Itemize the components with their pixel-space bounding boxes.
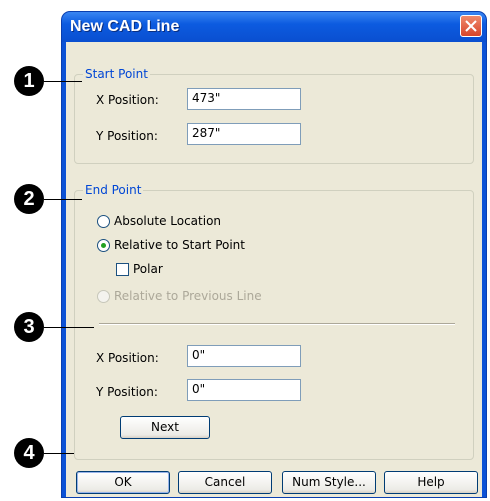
start-y-input[interactable]: 287" <box>187 123 301 145</box>
polar-checkbox[interactable] <box>116 263 129 276</box>
num-style-button[interactable]: Num Style... <box>282 471 376 494</box>
callout-3-leader <box>44 327 94 328</box>
next-button[interactable]: Next <box>120 416 210 439</box>
callout-1-leader <box>44 81 82 82</box>
callout-2-leader <box>44 199 82 200</box>
close-icon <box>465 20 477 32</box>
callout-1: 1 <box>14 66 44 96</box>
callout-4-leader <box>44 453 74 454</box>
absolute-location-radio[interactable] <box>97 215 110 228</box>
close-button[interactable] <box>460 15 482 37</box>
end-point-group: End Point Absolute Location Relative to … <box>74 183 474 460</box>
dialog-body: Start Point X Position: 473" Y Position:… <box>66 42 482 497</box>
relative-start-radio[interactable] <box>97 239 110 252</box>
relative-previous-radio[interactable] <box>97 290 110 303</box>
callout-2: 2 <box>14 184 44 214</box>
polar-label[interactable]: Polar <box>133 262 163 276</box>
start-point-legend: Start Point <box>83 67 150 81</box>
dialog-title: New CAD Line <box>70 18 180 35</box>
end-point-legend: End Point <box>83 183 144 197</box>
ok-button[interactable]: OK <box>76 471 170 494</box>
end-y-input[interactable]: 0" <box>187 379 301 401</box>
start-x-label: X Position: <box>96 93 159 107</box>
end-x-label: X Position: <box>96 351 159 365</box>
start-point-group: Start Point X Position: 473" Y Position:… <box>74 67 474 164</box>
title-bar: New CAD Line <box>62 12 486 42</box>
end-x-input[interactable]: 0" <box>187 345 301 367</box>
start-x-input[interactable]: 473" <box>187 88 301 110</box>
relative-start-label[interactable]: Relative to Start Point <box>114 238 245 252</box>
end-y-label: Y Position: <box>96 385 158 399</box>
end-point-separator <box>99 323 455 325</box>
callout-4: 4 <box>14 438 44 468</box>
absolute-location-label[interactable]: Absolute Location <box>114 214 221 228</box>
relative-previous-label[interactable]: Relative to Previous Line <box>114 289 262 303</box>
help-button[interactable]: Help <box>384 471 478 494</box>
cancel-button[interactable]: Cancel <box>178 471 272 494</box>
callout-3: 3 <box>14 312 44 342</box>
dialog-window: New CAD Line Start Point X Position: 473… <box>62 12 486 497</box>
start-y-label: Y Position: <box>96 129 158 143</box>
